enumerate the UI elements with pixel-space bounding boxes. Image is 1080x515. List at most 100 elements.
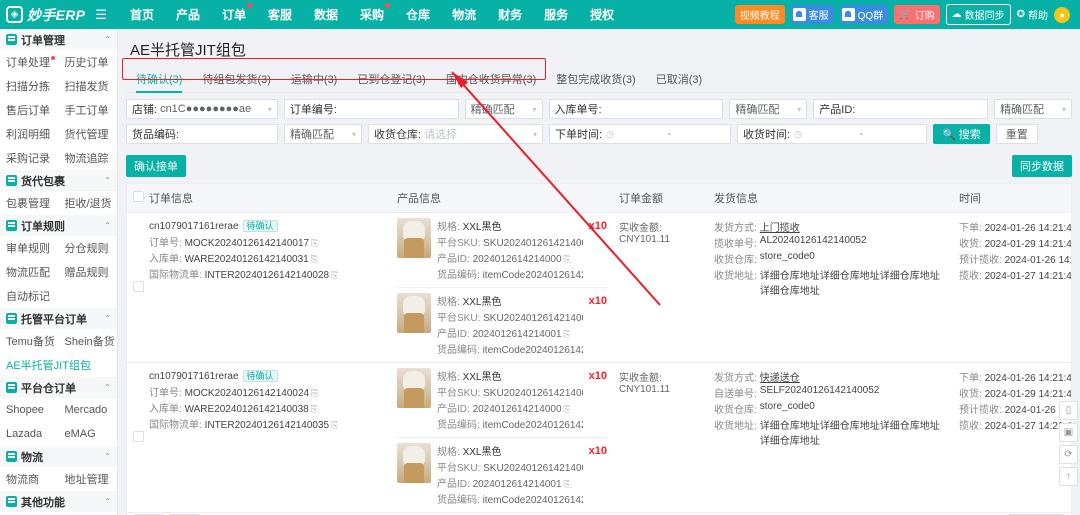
sidebar-item-2-0[interactable]: 审单规则	[0, 240, 59, 256]
row-select-cell[interactable]	[127, 512, 143, 513]
tab-0[interactable]: 待确认(3)	[126, 68, 192, 93]
product-id-match-select[interactable]: 精确匹配 ▾	[994, 99, 1072, 119]
sidebar-item-0-6[interactable]: 利润明细	[0, 126, 59, 142]
row-select-cell[interactable]	[127, 212, 144, 363]
tab-1[interactable]: 待组包发货(3)	[192, 68, 280, 92]
copy-icon[interactable]: ⎘	[564, 479, 571, 489]
copy-icon[interactable]: ⎘	[331, 270, 338, 280]
column-header-5: 时间	[953, 184, 1071, 213]
sidebar-group-1[interactable]: 货代包裹 ⌃	[0, 170, 117, 191]
sidebar-item-0-4[interactable]: 售后订单	[0, 102, 59, 118]
sidebar-item-1-0[interactable]: 包裹管理	[0, 195, 59, 211]
sidebar-group-5[interactable]: 物流 ⌃	[0, 446, 117, 467]
confirm-accept-button[interactable]: 确认接单	[126, 155, 186, 177]
inbound-no-match-select[interactable]: 精确匹配 ▾	[729, 99, 808, 119]
video-tutorial-badge[interactable]: 视频教程	[734, 5, 785, 24]
copy-icon[interactable]: ⎘	[331, 420, 338, 430]
copy-icon[interactable]: ⎘	[564, 404, 571, 414]
sidebar-item-0-0[interactable]: 订单处理	[0, 54, 59, 70]
row-select-cell[interactable]	[127, 362, 144, 513]
sidebar-item-0-3[interactable]: 扫描发货	[59, 78, 118, 94]
copy-icon[interactable]: ⎘	[564, 329, 571, 339]
copy-icon[interactable]: ⎘	[311, 254, 318, 264]
sidebar: 订单管理 ⌃ 订单处理 历史订单 扫描分拣 扫描发货 售后订单 手工订单 利润明细 货代管理 采购记…	[0, 29, 118, 515]
sidebar-item-5-0[interactable]: 物流商	[0, 471, 59, 487]
nav-item-2[interactable]: 订单	[211, 3, 257, 23]
row-checkbox[interactable]	[133, 430, 144, 442]
mobile-preview-icon[interactable]: ▯	[1059, 401, 1078, 420]
sidebar-item-0-1[interactable]: 历史订单	[59, 54, 118, 70]
nav-item-0[interactable]: 首页	[119, 6, 165, 23]
tab-2[interactable]: 运输中(3)	[281, 68, 347, 92]
sidebar-item-2-3[interactable]: 赠品规则	[59, 264, 118, 280]
copy-icon[interactable]: ⎘	[564, 254, 571, 264]
store-select[interactable]: 店铺: cn1C●●●●●●●●ae ▾	[126, 99, 278, 119]
sidebar-item-0-9[interactable]: 物流追踪	[59, 150, 118, 166]
receive-warehouse-select[interactable]: 收货仓库: 请选择 ▾	[368, 124, 543, 144]
tab-3[interactable]: 已到仓登记(3)	[347, 68, 435, 92]
sidebar-item-0-7[interactable]: 货代管理	[59, 126, 118, 142]
nav-item-8[interactable]: 财务	[487, 6, 533, 23]
inbound-no-input[interactable]: 入库单号:	[548, 99, 724, 119]
sidebar-item-5-1[interactable]: 地址管理	[59, 471, 118, 487]
sidebar-group-4[interactable]: 平台仓订单 ⌃	[0, 377, 117, 398]
avatar[interactable]: ●	[1054, 6, 1070, 23]
customer-service-button[interactable]: ☗ 客服	[790, 5, 834, 24]
tab-5[interactable]: 整包完成收货(3)	[546, 68, 645, 92]
row-checkbox[interactable]	[133, 280, 144, 292]
qq-group-button[interactable]: ☗ QQ群	[839, 5, 889, 24]
copy-icon[interactable]: ⎘	[311, 388, 318, 398]
image-icon[interactable]: ▣	[1059, 423, 1078, 442]
sidebar-item-0-5[interactable]: 手工订单	[59, 102, 118, 118]
tab-6[interactable]: 已取消(3)	[646, 68, 712, 92]
sidebar-group-2[interactable]: 订单规则 ⌃	[0, 215, 117, 236]
product-id-input[interactable]: 产品ID:	[813, 99, 989, 119]
sidebar-item-4-2[interactable]: Lazada	[0, 428, 59, 440]
order-buy-button[interactable]: 🛒 订购	[894, 5, 940, 24]
nav-item-3[interactable]: 客服	[257, 6, 303, 23]
item-code-input[interactable]: 货品编码:	[126, 124, 278, 144]
intl-logistics-value: INTER20240126142140035	[204, 420, 330, 431]
sidebar-item-4-0[interactable]: Shopee	[0, 404, 59, 416]
nav-item-5[interactable]: 采购	[349, 3, 395, 23]
select-all-header[interactable]	[127, 184, 144, 213]
copy-icon[interactable]: ⎘	[311, 238, 318, 248]
sidebar-item-3-0[interactable]: Temu备货	[0, 333, 59, 349]
sidebar-item-4-1[interactable]: Mercado	[59, 404, 118, 416]
nav-item-4[interactable]: 数据	[303, 6, 349, 23]
help-button[interactable]: ✪ 帮助	[1017, 7, 1048, 22]
sidebar-item-3-1[interactable]: Shein备货	[59, 333, 118, 349]
sidebar-item-3-2[interactable]: AE半托管JIT组包	[0, 357, 117, 373]
sidebar-item-1-1[interactable]: 拒收/退货	[59, 195, 118, 211]
order-no-input[interactable]: 订单编号:	[283, 99, 459, 119]
sync-data-button[interactable]: 同步数据	[1012, 155, 1072, 177]
sidebar-item-2-2[interactable]: 物流匹配	[0, 264, 59, 280]
order-no-match-select[interactable]: 精确匹配 ▾	[464, 99, 543, 119]
data-sync-button[interactable]: ☁ 数据同步	[945, 4, 1011, 25]
order-time-range[interactable]: 下单时间: ◷ -	[549, 124, 731, 144]
copy-icon[interactable]: ⎘	[311, 404, 318, 414]
select-all-checkbox[interactable]	[133, 191, 144, 202]
reset-button[interactable]: 重置	[995, 124, 1038, 144]
sidebar-item-0-8[interactable]: 采购记录	[0, 150, 59, 166]
hamburger-menu-icon[interactable]: ☰	[95, 7, 107, 23]
nav-item-6[interactable]: 仓库	[395, 6, 441, 23]
sidebar-group-0[interactable]: 订单管理 ⌃	[0, 29, 117, 50]
item-code-match-select[interactable]: 精确匹配 ▾	[284, 124, 362, 144]
receive-time-range[interactable]: 收货时间: ◷ -	[737, 124, 927, 144]
nav-item-9[interactable]: 服务	[533, 6, 579, 23]
sidebar-group-3[interactable]: 托管平台订单 ⌃	[0, 308, 117, 329]
nav-item-10[interactable]: 授权	[579, 6, 625, 23]
tab-4[interactable]: 国内仓收货异常(3)	[436, 68, 546, 92]
nav-item-1[interactable]: 产品	[165, 6, 211, 23]
receive-time-label: 收货:	[959, 389, 982, 400]
sidebar-item-0-2[interactable]: 扫描分拣	[0, 78, 59, 94]
scroll-top-icon[interactable]: ↑	[1059, 467, 1078, 486]
nav-item-7[interactable]: 物流	[441, 6, 487, 23]
search-button[interactable]: 🔍 搜索	[933, 124, 990, 144]
sidebar-item-4-3[interactable]: eMAG	[59, 428, 118, 440]
sidebar-item-2-4[interactable]: 自动标记	[0, 288, 59, 304]
refresh-icon[interactable]: ⟳	[1059, 445, 1078, 464]
sidebar-group-6[interactable]: 其他功能 ⌃	[0, 491, 117, 512]
sidebar-item-2-1[interactable]: 分仓规则	[59, 240, 118, 256]
